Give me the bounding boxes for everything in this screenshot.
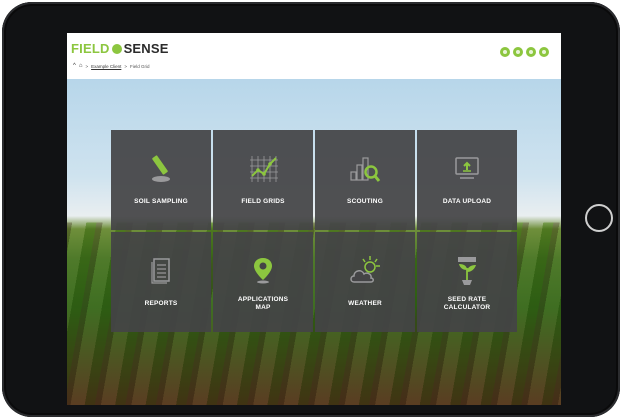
tile-reports[interactable]: REPORTS bbox=[111, 232, 211, 332]
map-icon[interactable] bbox=[513, 47, 523, 57]
tile-label: SCOUTING bbox=[347, 198, 383, 205]
tile-label: REPORTS bbox=[144, 300, 178, 307]
tile-scouting[interactable]: SCOUTING bbox=[315, 130, 415, 230]
module-grid: SOIL SAMPLING FIELD GRIDS SCOUTING DATA … bbox=[111, 130, 517, 332]
breadcrumb-current: Field Grid bbox=[130, 63, 150, 69]
field-grid-icon bbox=[250, 156, 278, 182]
tile-data-upload[interactable]: DATA UPLOAD bbox=[417, 130, 517, 230]
upload-icon bbox=[455, 157, 479, 179]
breadcrumb: ^ ⌂ > Example Client > Field Grid bbox=[73, 63, 150, 69]
breadcrumb-link[interactable]: Example Client bbox=[91, 64, 121, 69]
user-icon[interactable] bbox=[500, 47, 510, 57]
breadcrumb-separator: > bbox=[124, 63, 127, 69]
logo-field-text: FIELD bbox=[71, 41, 110, 56]
tile-label: SEED RATE CALCULATOR bbox=[443, 296, 491, 311]
info-icon[interactable] bbox=[526, 47, 536, 57]
tile-field-grids[interactable]: FIELD GRIDS bbox=[213, 130, 313, 230]
home-icon[interactable]: ⌂ bbox=[79, 63, 83, 69]
weather-icon bbox=[350, 256, 380, 283]
tile-seed-rate-calculator[interactable]: SEED RATE CALCULATOR bbox=[417, 232, 517, 332]
tile-label: SOIL SAMPLING bbox=[134, 198, 188, 205]
tile-label: FIELD GRIDS bbox=[241, 198, 285, 205]
tablet-home-button[interactable] bbox=[585, 204, 613, 232]
tile-weather[interactable]: WEATHER bbox=[315, 232, 415, 332]
report-document-icon bbox=[151, 258, 170, 284]
tile-applications-map[interactable]: APPLICATIONS MAP bbox=[213, 232, 313, 332]
app-logo[interactable]: FIELD SENSE bbox=[71, 41, 169, 56]
breadcrumb-separator: > bbox=[85, 63, 89, 69]
tile-label: DATA UPLOAD bbox=[442, 198, 492, 205]
tile-label: APPLICATIONS MAP bbox=[237, 296, 289, 311]
app-screen: FIELD SENSE ^ ⌂ > Example Client > Field … bbox=[67, 33, 561, 405]
header-icons bbox=[500, 47, 549, 57]
scouting-magnifier-icon bbox=[350, 157, 381, 182]
seed-plant-icon bbox=[458, 257, 476, 285]
logo-dot-icon bbox=[111, 44, 122, 54]
tablet-frame: FIELD SENSE ^ ⌂ > Example Client > Field … bbox=[2, 2, 620, 417]
tile-soil-sampling[interactable]: SOIL SAMPLING bbox=[111, 130, 211, 230]
top-bar: FIELD SENSE ^ ⌂ > Example Client > Field … bbox=[67, 33, 561, 79]
grid-icon[interactable] bbox=[539, 47, 549, 57]
logo-sense-text: SENSE bbox=[123, 41, 169, 56]
soil-probe-icon bbox=[152, 155, 170, 182]
chevron-up-icon[interactable]: ^ bbox=[73, 63, 76, 69]
map-pin-icon bbox=[254, 258, 272, 284]
tile-label: WEATHER bbox=[348, 300, 382, 307]
